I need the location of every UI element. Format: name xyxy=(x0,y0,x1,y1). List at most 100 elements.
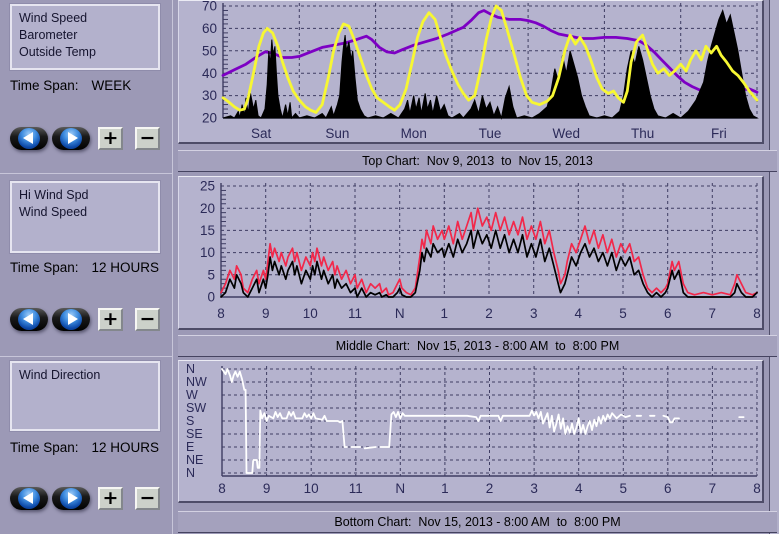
svg-text:50: 50 xyxy=(202,43,217,58)
forward-button[interactable] xyxy=(52,487,90,510)
left-arrow-icon xyxy=(23,313,33,325)
svg-text:E: E xyxy=(186,440,194,454)
svg-text:1: 1 xyxy=(441,481,449,496)
svg-text:W: W xyxy=(186,388,198,402)
middle-chart-caption: Middle Chart: Nov 15, 2013 - 8:00 AM to … xyxy=(178,335,777,357)
time-span-bottom: Time Span: 12 HOURS xyxy=(10,440,159,455)
svg-text:7: 7 xyxy=(709,306,717,321)
forward-button[interactable] xyxy=(52,308,90,331)
left-arrow-icon xyxy=(23,132,33,144)
svg-text:6: 6 xyxy=(664,306,672,321)
svg-text:30: 30 xyxy=(202,88,217,103)
svg-text:3: 3 xyxy=(530,306,538,321)
legend-item: Wind Direction xyxy=(19,367,151,384)
svg-text:Fri: Fri xyxy=(711,126,727,141)
zoom-in-button[interactable]: + xyxy=(98,487,123,510)
svg-text:10: 10 xyxy=(304,481,319,496)
control-panel-middle: Hi Wind Spd Wind Speed Time Span: 12 HOUR… xyxy=(0,173,173,357)
legend-item: Barometer xyxy=(19,27,151,44)
svg-text:2: 2 xyxy=(486,481,494,496)
legend-item: Outside Temp xyxy=(19,44,151,61)
button-row-bottom: + − xyxy=(10,487,170,513)
svg-text:9: 9 xyxy=(263,481,271,496)
svg-text:11: 11 xyxy=(348,306,362,321)
svg-text:10: 10 xyxy=(200,245,215,260)
top-chart-caption: Top Chart: Nov 9, 2013 to Nov 15, 2013 xyxy=(178,150,777,172)
time-span-label: Time Span: xyxy=(10,440,79,455)
forward-button[interactable] xyxy=(52,127,90,150)
svg-text:70: 70 xyxy=(202,1,217,14)
svg-text:NE: NE xyxy=(186,453,203,467)
time-span-label: Time Span: xyxy=(10,78,79,93)
svg-text:7: 7 xyxy=(709,481,717,496)
svg-text:N: N xyxy=(395,306,405,321)
svg-text:10: 10 xyxy=(303,306,318,321)
svg-text:Mon: Mon xyxy=(401,126,427,141)
svg-text:8: 8 xyxy=(217,306,225,321)
time-span-value: WEEK xyxy=(92,78,132,93)
svg-text:20: 20 xyxy=(202,111,217,126)
svg-text:8: 8 xyxy=(753,481,761,496)
svg-text:4: 4 xyxy=(575,481,583,496)
right-arrow-icon xyxy=(68,132,78,144)
svg-text:9: 9 xyxy=(262,306,270,321)
zoom-in-button[interactable]: + xyxy=(98,308,123,331)
svg-text:SW: SW xyxy=(186,401,206,415)
back-button[interactable] xyxy=(10,487,48,510)
svg-text:S: S xyxy=(186,414,194,428)
time-span-middle: Time Span: 12 HOURS xyxy=(10,260,159,275)
control-panel-bottom: Wind Direction Time Span: 12 HOURS + − xyxy=(0,356,173,534)
legend-item: Wind Speed xyxy=(19,204,151,221)
back-button[interactable] xyxy=(10,127,48,150)
time-span-value: 12 HOURS xyxy=(92,440,160,455)
svg-text:Sat: Sat xyxy=(251,126,272,141)
svg-text:Sun: Sun xyxy=(325,126,349,141)
svg-text:Tue: Tue xyxy=(479,126,502,141)
time-span-label: Time Span: xyxy=(10,260,79,275)
button-row-top: + − xyxy=(10,127,170,153)
svg-text:5: 5 xyxy=(207,267,215,282)
legend-item: Hi Wind Spd xyxy=(19,187,151,204)
svg-text:11: 11 xyxy=(349,481,363,496)
zoom-out-button[interactable]: − xyxy=(135,487,160,510)
right-arrow-icon xyxy=(68,492,78,504)
weather-graphs-window: Wind Speed Barometer Outside Temp Time S… xyxy=(0,0,779,534)
middle-chart-canvas: 0510152025891011N12345678 xyxy=(179,177,762,328)
svg-text:2: 2 xyxy=(485,306,493,321)
svg-text:8: 8 xyxy=(753,306,761,321)
svg-text:N: N xyxy=(186,362,195,376)
svg-text:25: 25 xyxy=(200,179,215,194)
svg-text:Wed: Wed xyxy=(553,126,581,141)
svg-text:60: 60 xyxy=(202,21,217,36)
svg-text:3: 3 xyxy=(530,481,538,496)
zoom-in-button[interactable]: + xyxy=(98,127,123,150)
svg-text:4: 4 xyxy=(575,306,583,321)
top-chart-panel: 20 30 40 50 60 70 Sat Sun Mon Tue Wed Thu Fri xyxy=(178,0,764,144)
svg-text:5: 5 xyxy=(619,306,627,321)
svg-text:Thu: Thu xyxy=(631,126,654,141)
svg-text:N: N xyxy=(186,466,195,480)
control-panel-top: Wind Speed Barometer Outside Temp Time S… xyxy=(0,0,173,174)
svg-text:SE: SE xyxy=(186,427,203,441)
svg-text:15: 15 xyxy=(200,223,215,238)
zoom-out-button[interactable]: − xyxy=(135,127,160,150)
svg-text:NW: NW xyxy=(186,375,207,389)
svg-text:N: N xyxy=(395,481,405,496)
bottom-chart-canvas: NNWWSWSSEENEN891011N12345678 xyxy=(179,361,762,501)
legend-box-middle: Hi Wind Spd Wind Speed xyxy=(10,181,160,253)
middle-chart-panel: 0510152025891011N12345678 xyxy=(178,176,764,330)
legend-box-bottom: Wind Direction xyxy=(10,361,160,431)
zoom-out-button[interactable]: − xyxy=(135,308,160,331)
svg-text:5: 5 xyxy=(620,481,628,496)
svg-text:1: 1 xyxy=(441,306,449,321)
right-arrow-icon xyxy=(68,313,78,325)
back-button[interactable] xyxy=(10,308,48,331)
bottom-chart-panel: NNWWSWSSEENEN891011N12345678 xyxy=(178,360,764,503)
svg-text:8: 8 xyxy=(218,481,226,496)
svg-text:20: 20 xyxy=(200,201,215,216)
top-chart-canvas: 20 30 40 50 60 70 Sat Sun Mon Tue Wed Thu Fri xyxy=(179,1,762,142)
time-span-top: Time Span: WEEK xyxy=(10,78,131,93)
svg-text:40: 40 xyxy=(202,66,217,81)
time-span-value: 12 HOURS xyxy=(92,260,160,275)
window-edge xyxy=(769,0,779,534)
